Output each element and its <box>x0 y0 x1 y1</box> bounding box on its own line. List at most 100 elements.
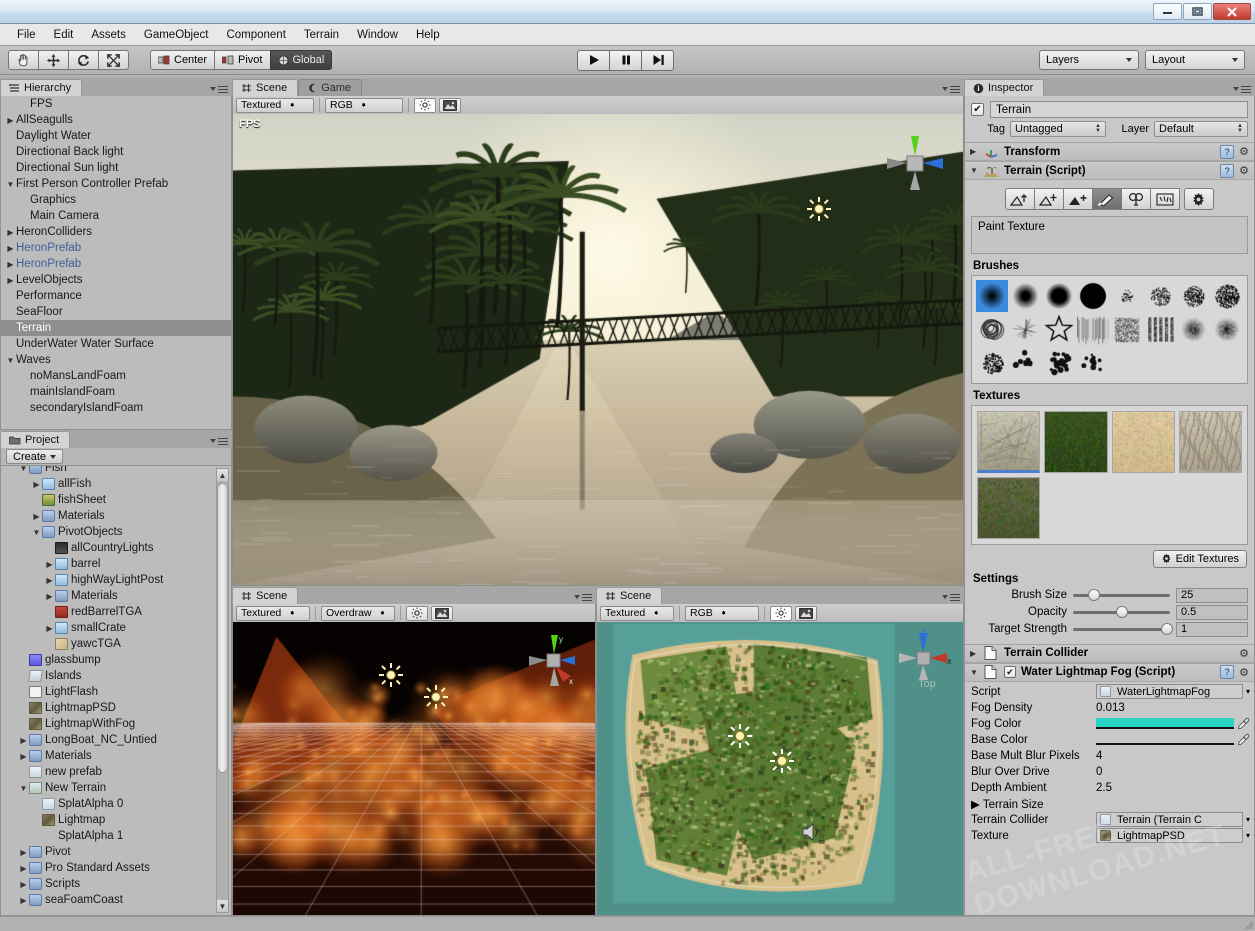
foldout-expanded-icon[interactable]: ▼ <box>31 528 42 537</box>
scene-top-viewport[interactable]: zxTop <box>596 622 964 916</box>
brush-swatch[interactable] <box>1111 280 1143 312</box>
brush-swatch[interactable] <box>1111 314 1143 346</box>
eyedropper-icon[interactable] <box>1237 717 1250 730</box>
top-image-effects-toggle[interactable] <box>795 606 817 621</box>
overdraw-render-mode-dropdown[interactable]: Overdraw ▲▼ <box>321 606 395 621</box>
hierarchy-item[interactable]: ▶HeronPrefab <box>1 240 231 256</box>
brush-swatch[interactable] <box>1010 347 1042 379</box>
project-item[interactable]: ▼PivotObjects <box>1 524 214 540</box>
overdraw-image-effects-toggle[interactable] <box>431 606 453 621</box>
scale-tool-button[interactable] <box>98 50 129 70</box>
top-lighting-toggle[interactable] <box>770 606 792 621</box>
tab-game[interactable]: Game <box>298 79 362 96</box>
scrollbar-thumb[interactable] <box>217 483 228 773</box>
component-header-terrain[interactable]: ▼ Terrain (Script) ? ⚙ <box>965 161 1254 180</box>
minimize-button[interactable] <box>1153 3 1182 20</box>
scene-orientation-gizmo[interactable]: zxTop <box>891 628 955 693</box>
step-button[interactable] <box>641 50 674 71</box>
hand-tool-button[interactable] <box>8 50 39 70</box>
project-item[interactable]: redBarrelTGA <box>1 604 214 620</box>
foldout-collapsed-icon[interactable]: ▶ <box>5 228 16 237</box>
setting-slider[interactable] <box>1073 628 1170 631</box>
setting-slider[interactable] <box>1073 594 1170 597</box>
project-item[interactable]: ▶Scripts <box>1 876 214 892</box>
setting-value-field[interactable]: 0.5 <box>1176 605 1248 620</box>
foldout-collapsed-icon[interactable]: ▶ <box>18 896 29 905</box>
slider-knob[interactable] <box>1161 623 1173 635</box>
component-header-water-fog[interactable]: ▼ ✔ Water Lightmap Fog (Script) ? ⚙ <box>965 663 1254 682</box>
project-item[interactable]: ▶highWayLightPost <box>1 572 214 588</box>
hierarchy-item[interactable]: ▶HeronColliders <box>1 224 231 240</box>
project-item[interactable]: fishSheet <box>1 492 214 508</box>
foldout-collapsed-icon[interactable]: ▶ <box>44 560 55 569</box>
menu-window[interactable]: Window <box>348 26 407 44</box>
tab-scene-overdraw[interactable]: Scene <box>232 587 298 604</box>
brush-swatch[interactable] <box>1010 280 1042 312</box>
overdraw-lighting-toggle[interactable] <box>406 606 428 621</box>
project-item[interactable]: ▶seaFoamCoast <box>1 892 214 908</box>
project-item[interactable]: LightmapPSD <box>1 700 214 716</box>
lighting-toggle-button[interactable] <box>414 98 436 113</box>
overdraw-draw-mode-dropdown[interactable]: Textured ▲▼ <box>236 606 310 621</box>
property-text-value[interactable]: 4 <box>1096 750 1102 762</box>
foldout-collapsed-icon[interactable]: ▶ <box>5 260 16 269</box>
help-icon[interactable]: ? <box>1220 164 1234 178</box>
property-text-value[interactable]: 0.013 <box>1096 702 1125 714</box>
foldout-collapsed-icon[interactable]: ▶ <box>18 736 29 745</box>
hierarchy-panel-menu[interactable] <box>210 86 228 94</box>
global-toggle[interactable]: Global <box>270 50 333 70</box>
foldout-expanded-icon[interactable]: ▼ <box>5 180 16 189</box>
menu-file[interactable]: File <box>8 26 45 44</box>
brush-swatch[interactable] <box>1211 280 1243 312</box>
paint-details-button[interactable] <box>1150 188 1180 210</box>
texture-swatch[interactable] <box>1112 411 1175 473</box>
pivot-toggle[interactable]: Pivot <box>214 50 270 70</box>
menu-help[interactable]: Help <box>407 26 449 44</box>
foldout-collapsed-icon[interactable]: ▶ <box>18 864 29 873</box>
project-item[interactable]: ▶Materials <box>1 748 214 764</box>
setting-value-field[interactable]: 1 <box>1176 622 1248 637</box>
project-item[interactable]: Lightmap <box>1 812 214 828</box>
project-item[interactable]: ▶barrel <box>1 556 214 572</box>
texture-grid[interactable] <box>977 411 1242 539</box>
render-mode-dropdown[interactable]: RGB ▲▼ <box>325 98 403 113</box>
slider-knob[interactable] <box>1088 589 1100 601</box>
project-item[interactable]: ▼Fish <box>1 466 214 476</box>
draw-mode-dropdown[interactable]: Textured ▲▼ <box>236 98 314 113</box>
help-icon[interactable]: ? <box>1220 145 1234 159</box>
hierarchy-item[interactable]: secondaryIslandFoam <box>1 400 231 416</box>
project-panel-menu[interactable] <box>210 438 228 446</box>
project-item[interactable]: LightmapWithFog <box>1 716 214 732</box>
scene-overdraw-panel-menu[interactable] <box>574 594 592 602</box>
layout-dropdown[interactable]: Layout <box>1145 50 1245 70</box>
raise-lower-terrain-button[interactable] <box>1005 188 1035 210</box>
scene-top-panel-menu[interactable] <box>942 594 960 602</box>
color-swatch[interactable] <box>1096 734 1234 745</box>
color-swatch[interactable] <box>1096 718 1234 729</box>
brush-swatch[interactable] <box>976 347 1008 379</box>
hierarchy-item[interactable]: ▶LevelObjects <box>1 272 231 288</box>
terrain-settings-button[interactable] <box>1184 188 1214 210</box>
hierarchy-tree[interactable]: FPS▶AllSeagullsDaylight WaterDirectional… <box>0 96 232 430</box>
project-tree[interactable]: ▼Fish▶allFishfishSheet▶Materials▼PivotOb… <box>1 466 214 908</box>
place-trees-button[interactable] <box>1121 188 1151 210</box>
foldout-collapsed-icon[interactable]: ▶ <box>5 244 16 253</box>
scene-viewport[interactable]: FPS <box>232 114 964 586</box>
hierarchy-item[interactable]: UnderWater Water Surface <box>1 336 231 352</box>
project-item[interactable]: SplatAlpha 1 <box>1 828 214 844</box>
texture-swatch[interactable] <box>1179 411 1242 473</box>
brush-swatch[interactable] <box>1043 314 1075 346</box>
brush-swatch[interactable] <box>1077 314 1109 346</box>
tag-dropdown[interactable]: Untagged ▲▼ <box>1010 121 1106 137</box>
brush-swatch[interactable] <box>1178 280 1210 312</box>
pause-button[interactable] <box>609 50 642 71</box>
project-item[interactable]: ▶Pivot <box>1 844 214 860</box>
audio-source-gizmo-icon[interactable] <box>800 821 822 846</box>
rotate-tool-button[interactable] <box>68 50 99 70</box>
project-scrollbar[interactable]: ▲ ▼ <box>216 468 229 913</box>
foldout-collapsed-icon[interactable]: ▶ <box>18 848 29 857</box>
menu-assets[interactable]: Assets <box>82 26 135 44</box>
menu-gameobject[interactable]: GameObject <box>135 26 218 44</box>
maximize-button[interactable] <box>1183 3 1212 20</box>
tab-inspector[interactable]: Inspector <box>964 79 1044 96</box>
